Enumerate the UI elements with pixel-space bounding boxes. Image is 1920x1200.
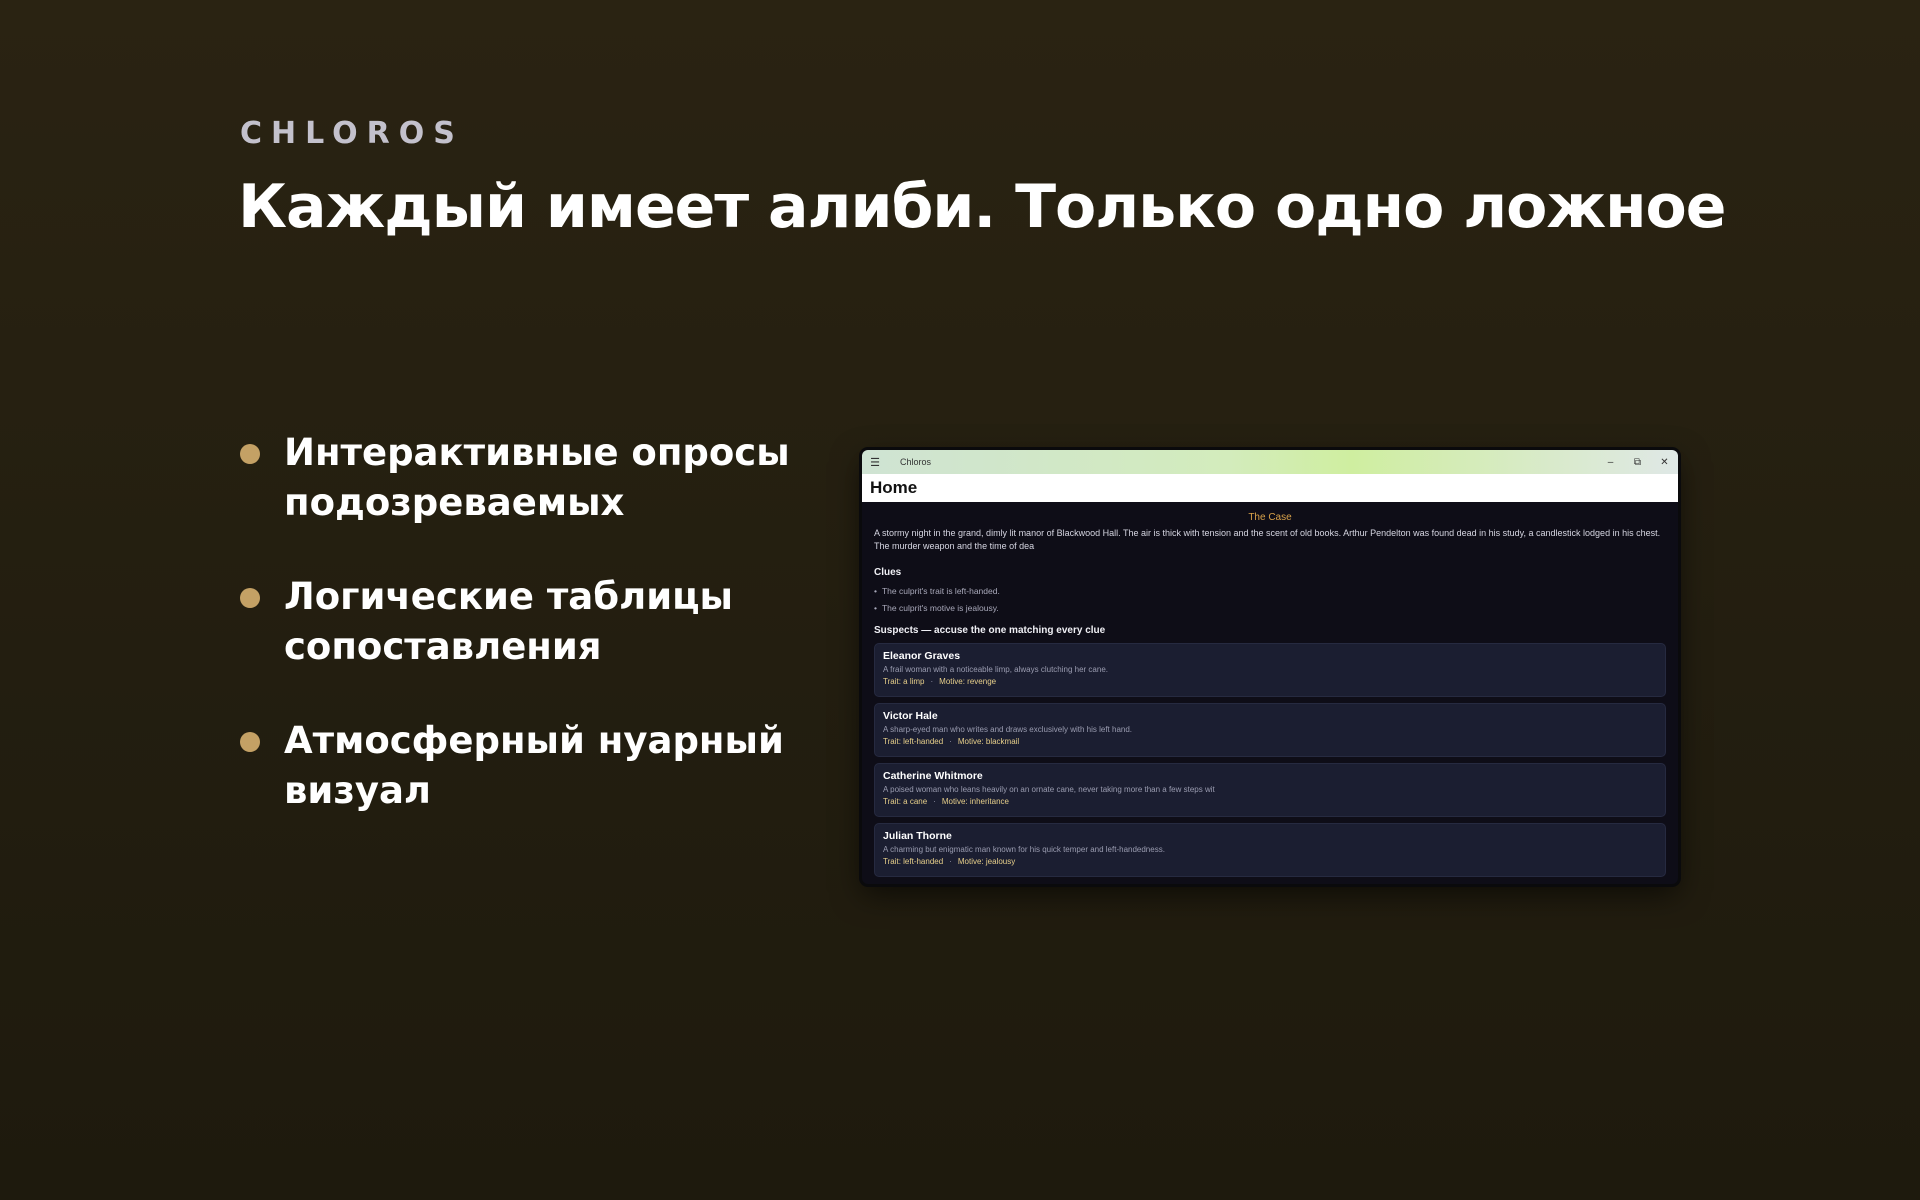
case-description: A stormy night in the grand, dimly lit m… bbox=[874, 528, 1661, 551]
suspect-description: A poised woman who leans heavily on an o… bbox=[883, 785, 1215, 794]
suspect-motive: Motive: jealousy bbox=[957, 857, 1016, 866]
suspect-name: Julian Thorne bbox=[883, 830, 952, 842]
suspect-trait: Trait: a limp bbox=[883, 677, 925, 686]
suspect-trait: Trait: a cane bbox=[883, 797, 928, 806]
feature-text: Интерактивные опросы подозреваемых bbox=[284, 431, 790, 524]
minimize-icon[interactable]: – bbox=[1597, 457, 1624, 468]
suspect-card[interactable]: Julian Thorne A charming but enigmatic m… bbox=[874, 823, 1666, 877]
page-header: Home bbox=[862, 474, 1678, 502]
suspect-motive: Motive: inheritance bbox=[941, 797, 1009, 806]
suspect-description: A charming but enigmatic man known for h… bbox=[883, 845, 1165, 854]
suspect-name: Eleanor Graves bbox=[883, 650, 961, 662]
suspects-title: Suspects — accuse the one matching every… bbox=[874, 625, 1106, 636]
feature-item: Интерактивные опросы подозреваемых bbox=[240, 428, 800, 528]
bullet-icon: • bbox=[874, 603, 877, 613]
hamburger-icon[interactable]: ☰ bbox=[862, 456, 888, 469]
clue-text: The culprit's trait is left-handed. bbox=[881, 586, 1000, 596]
window-title: Chloros bbox=[900, 457, 932, 467]
separator-dot: · bbox=[930, 677, 934, 686]
suspect-card[interactable]: Catherine Whitmore A poised woman who le… bbox=[874, 763, 1666, 817]
page-title: Home bbox=[870, 478, 918, 497]
headline: Каждый имеет алиби. Только одно ложное bbox=[238, 172, 1726, 242]
suspect-meta: Trait: left-handed · Motive: blackmail bbox=[883, 737, 1657, 746]
brand-label: CHLOROS bbox=[240, 116, 464, 151]
clues-title: Clues bbox=[874, 567, 902, 578]
suspect-description: A frail woman with a noticeable limp, al… bbox=[883, 665, 1108, 674]
clue-item: • The culprit's trait is left-handed. bbox=[874, 586, 1666, 596]
feature-text: Логические таблицы сопоставления bbox=[284, 575, 734, 668]
feature-list: Интерактивные опросы подозреваемых Логич… bbox=[240, 428, 800, 860]
clue-item: • The culprit's motive is jealousy. bbox=[874, 603, 1666, 613]
bullet-icon: • bbox=[874, 586, 877, 596]
suspect-name: Catherine Whitmore bbox=[883, 770, 983, 782]
clue-text: The culprit's motive is jealousy. bbox=[881, 603, 999, 613]
suspect-meta: Trait: a cane · Motive: inheritance bbox=[883, 797, 1657, 806]
suspect-card[interactable]: Victor Hale A sharp-eyed man who writes … bbox=[874, 703, 1666, 757]
main-content: The Case A stormy night in the grand, di… bbox=[862, 502, 1678, 877]
close-icon[interactable]: ✕ bbox=[1651, 457, 1678, 468]
suspect-description: A sharp-eyed man who writes and draws ex… bbox=[883, 725, 1133, 734]
feature-text: Атмосферный нуарный визуал bbox=[284, 719, 784, 812]
bullet-dot-icon bbox=[240, 732, 260, 752]
bullet-dot-icon bbox=[240, 444, 260, 464]
restore-icon[interactable]: ⧉ bbox=[1624, 457, 1651, 468]
suspect-trait: Trait: left-handed bbox=[883, 857, 944, 866]
app-window-screenshot: ☰ Chloros – ⧉ ✕ Home The Case A stormy n… bbox=[862, 450, 1678, 884]
suspect-name: Victor Hale bbox=[883, 710, 938, 722]
bullet-dot-icon bbox=[240, 588, 260, 608]
suspect-motive: Motive: revenge bbox=[939, 677, 997, 686]
separator-dot: · bbox=[949, 737, 952, 746]
separator-dot: · bbox=[933, 797, 936, 806]
suspect-meta: Trait: left-handed · Motive: jealousy bbox=[883, 857, 1657, 866]
window-titlebar: ☰ Chloros – ⧉ ✕ bbox=[862, 450, 1678, 474]
suspect-meta: Trait: a limp · Motive: revenge bbox=[883, 677, 1657, 686]
suspect-motive: Motive: blackmail bbox=[957, 737, 1020, 746]
suspect-card[interactable]: Eleanor Graves A frail woman with a noti… bbox=[874, 643, 1666, 697]
case-heading: The Case bbox=[1248, 512, 1292, 523]
separator-dot: · bbox=[949, 857, 952, 866]
suspect-trait: Trait: left-handed bbox=[883, 737, 944, 746]
feature-item: Атмосферный нуарный визуал bbox=[240, 716, 800, 816]
feature-item: Логические таблицы сопоставления bbox=[240, 572, 800, 672]
